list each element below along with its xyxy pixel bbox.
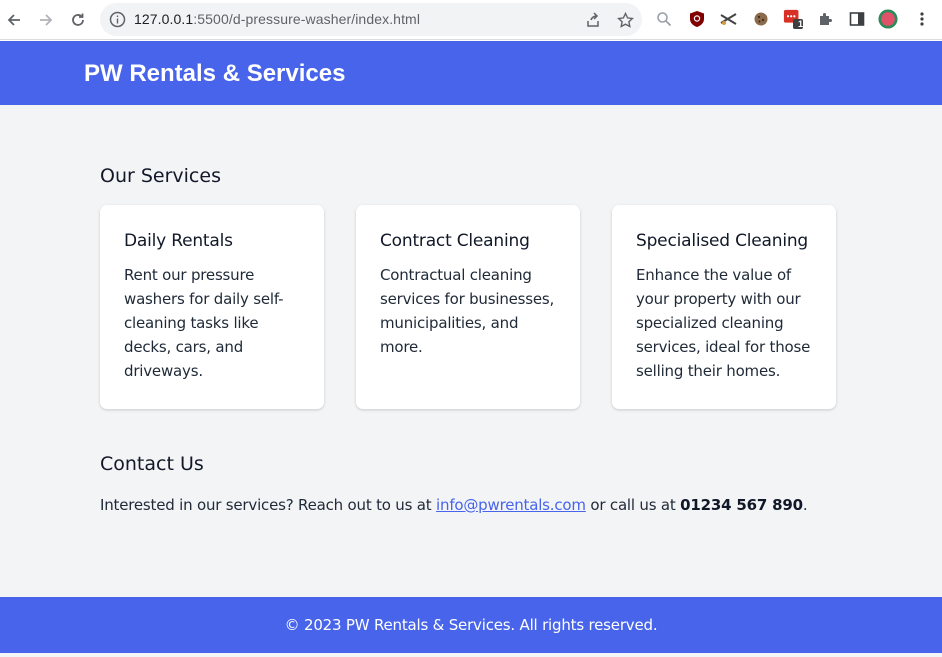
side-panel-icon[interactable] <box>847 9 867 29</box>
ublock-shield-icon[interactable] <box>687 9 707 29</box>
site-info-icon[interactable] <box>109 11 126 28</box>
share-icon[interactable] <box>584 11 602 29</box>
services-heading: Our Services <box>100 165 221 187</box>
forward-arrow-icon[interactable] <box>34 8 58 32</box>
contact-email-link[interactable]: info@pwrentals.com <box>436 496 586 514</box>
contact-prefix: Interested in our services? Reach out to… <box>100 496 437 514</box>
contact-middle: or call us at <box>585 496 681 514</box>
bookmark-star-icon[interactable] <box>616 11 634 29</box>
extension-badge-icon[interactable]: 1 <box>783 9 803 29</box>
contact-text: Interested in our services? Reach out to… <box>100 496 808 514</box>
url-path: :5500/d-pressure-washer/index.html <box>193 11 421 27</box>
profile-avatar[interactable] <box>878 9 898 29</box>
reload-icon[interactable] <box>66 8 90 32</box>
service-card-text: Rent our pressure washers for daily self… <box>124 266 284 380</box>
search-icon[interactable] <box>654 9 674 29</box>
service-card-title: Daily Rentals <box>124 231 233 251</box>
contact-suffix: . <box>802 496 808 514</box>
address-bar[interactable]: 127.0.0.1:5500/d-pressure-washer/index.h… <box>100 3 642 36</box>
back-arrow-icon[interactable] <box>2 8 26 32</box>
browser-toolbar: 127.0.0.1:5500/d-pressure-washer/index.h… <box>0 0 942 40</box>
service-card-contract-cleaning: Contract Cleaning Contractual cleaning s… <box>356 205 580 409</box>
service-card-text: Enhance the value of your property with … <box>636 266 811 380</box>
service-card-title: Contract Cleaning <box>380 231 530 251</box>
service-card-text: Contractual cleaning services for busine… <box>380 266 555 356</box>
cookie-icon[interactable] <box>751 9 771 29</box>
service-card-title: Specialised Cleaning <box>636 231 809 251</box>
footer-copyright: © 2023 PW Rentals & Services. All rights… <box>284 616 658 634</box>
service-card-specialised-cleaning: Specialised Cleaning Enhance the value o… <box>612 205 836 409</box>
contact-phone: 01234 567 890 <box>680 496 803 514</box>
url-text: 127.0.0.1:5500/d-pressure-washer/index.h… <box>134 11 420 27</box>
extensions-puzzle-icon[interactable] <box>815 9 835 29</box>
site-footer: © 2023 PW Rentals & Services. All rights… <box>0 597 942 653</box>
contact-heading: Contact Us <box>100 453 204 475</box>
site-title: PW Rentals & Services <box>84 60 346 87</box>
extension-badge-count: 1 <box>798 19 804 29</box>
service-card-daily-rentals: Daily Rentals Rent our pressure washers … <box>100 205 324 409</box>
url-host: 127.0.0.1 <box>134 11 194 27</box>
site-header: PW Rentals & Services <box>0 41 942 105</box>
page-body: PW Rentals & Services Our Services Daily… <box>0 41 942 657</box>
extension-scissors-icon[interactable] <box>719 9 739 29</box>
more-menu-icon[interactable] <box>912 9 932 29</box>
